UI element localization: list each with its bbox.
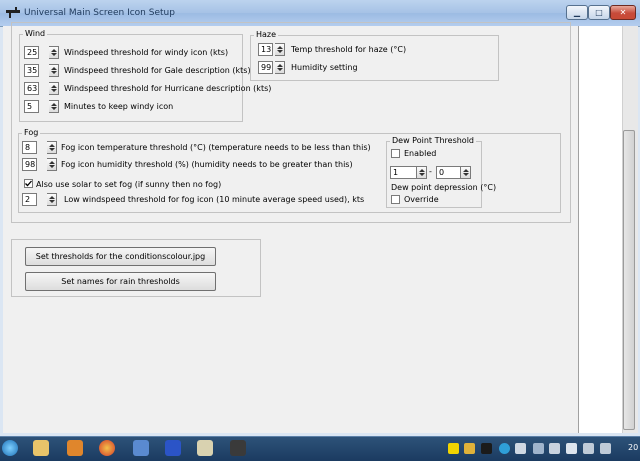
tool-icon[interactable] [197,440,213,456]
tray-signal-icon[interactable] [533,443,544,454]
weather-app-icon[interactable] [230,440,246,456]
wind-windy-spinner[interactable] [49,46,59,59]
haze-temp-value[interactable]: 13 [258,43,273,56]
scrollbar-thumb[interactable] [623,130,635,430]
set-rain-names-button[interactable]: Set names for rain thresholds [25,272,216,291]
dewpoint-separator: - [429,167,432,176]
haze-humidity-label: Humidity setting [291,63,358,72]
tray-monitor-icon[interactable] [515,443,526,454]
close-icon: ✕ [619,8,627,17]
side-panel [578,26,623,433]
dewpoint-enabled-label: Enabled [404,149,437,158]
haze-humidity-value[interactable]: 99 [258,61,273,74]
dewpoint-depression-label: Dew point depression (°C) [391,183,497,192]
tray-volume-icon[interactable] [600,443,611,454]
fog-humidity-label: Fog icon humidity threshold (%) (humidit… [61,160,353,169]
dewpoint-low-value[interactable]: 1 [390,166,417,179]
dewpoint-override-label: Override [404,195,439,204]
fog-solar-checkbox[interactable] [24,179,33,188]
haze-group-title: Haze [254,30,279,39]
tray-flag-icon[interactable] [566,443,577,454]
close-button[interactable]: ✕ [610,5,636,20]
haze-humidity-spinner[interactable] [275,61,285,74]
haze-group [250,35,499,81]
fog-temp-value[interactable]: 8 [22,141,37,154]
tray-app-icon[interactable] [464,443,475,454]
set-thresholds-button[interactable]: Set thresholds for the conditionscolour.… [25,247,216,266]
wind-hurricane-label: Windspeed threshold for Hurricane descri… [64,84,272,93]
tray-device-icon[interactable] [549,443,560,454]
fog-humidity-value[interactable]: 98 [22,158,37,171]
dewpoint-override-checkbox[interactable] [391,195,400,204]
tray-network-icon[interactable] [583,443,594,454]
explorer-icon[interactable] [33,440,49,456]
wind-windy-label: Windspeed threshold for windy icon (kts) [64,48,229,57]
fog-temp-label: Fog icon temperature threshold (°C) (tem… [61,143,371,152]
dewpoint-low-spinner[interactable] [417,166,427,179]
checkmark-icon [25,180,32,187]
fog-wind-value[interactable]: 2 [22,193,37,206]
fog-solar-label: Also use solar to set fog (if sunny then… [36,180,222,189]
start-button-icon[interactable] [2,440,18,456]
app-icon [6,7,20,18]
haze-temp-spinner[interactable] [275,43,285,56]
dewpoint-enabled-checkbox[interactable] [391,149,400,158]
wind-group-title: Wind [23,29,48,38]
media-player-icon[interactable] [67,440,83,456]
taskbar [0,436,640,461]
wind-minutes-label: Minutes to keep windy icon [64,102,174,111]
wind-minutes-spinner[interactable] [49,100,59,113]
save-disk-icon[interactable] [165,440,181,456]
dewpoint-group-title: Dew Point Threshold [390,136,476,145]
wind-gale-value[interactable]: 35 [24,64,39,77]
minimize-button[interactable]: ▁ [566,5,588,20]
wind-gale-label: Windspeed threshold for Gale description… [64,66,251,75]
window-title: Universal Main Screen Icon Setup [24,8,175,18]
wind-minutes-value[interactable]: 5 [24,100,39,113]
wind-windy-value[interactable]: 25 [24,46,39,59]
taskbar-clock[interactable]: 20 [628,443,638,452]
dewpoint-high-spinner[interactable] [461,166,471,179]
maximize-button[interactable]: □ [588,5,610,20]
haze-temp-label: Temp threshold for haze (°C) [291,45,407,54]
wind-hurricane-value[interactable]: 63 [24,82,39,95]
minimize-icon: ▁ [573,8,581,17]
app-window-icon[interactable] [133,440,149,456]
tray-weather-icon[interactable] [481,443,492,454]
wind-gale-spinner[interactable] [49,64,59,77]
fog-group-title: Fog [22,128,41,137]
dewpoint-high-value[interactable]: 0 [436,166,461,179]
fog-humidity-spinner[interactable] [47,158,57,171]
tray-globe-icon[interactable] [499,443,510,454]
fog-wind-spinner[interactable] [47,193,57,206]
fog-temp-spinner[interactable] [47,141,57,154]
wind-hurricane-spinner[interactable] [49,82,59,95]
maximize-icon: □ [595,8,603,17]
tray-notes-icon[interactable] [448,443,459,454]
browser-icon[interactable] [99,440,115,456]
fog-wind-label: Low windspeed threshold for fog icon (10… [64,195,365,204]
